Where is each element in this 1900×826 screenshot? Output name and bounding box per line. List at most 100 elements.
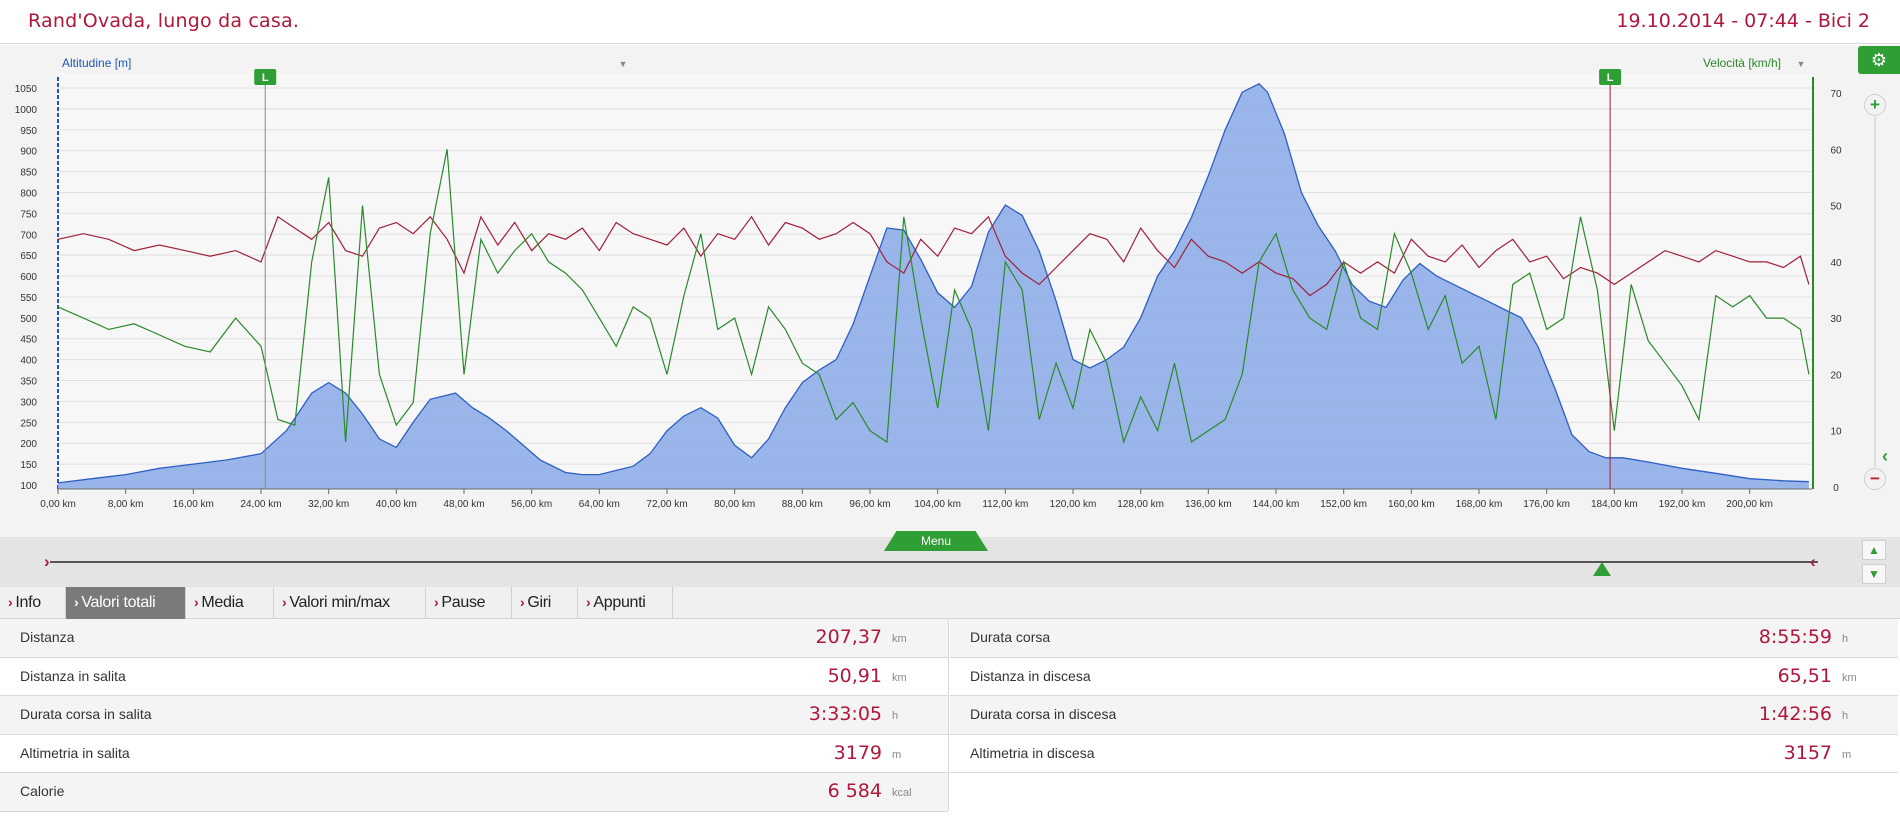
stat-row-distanza-discesa: Distanza in discesa 65,51 km [950,657,1898,696]
tab-valori-totali[interactable]: › Valori totali [66,587,186,619]
y-left-tick-label: 450 [20,335,37,346]
y-left-tick-label: 150 [20,460,37,471]
stats-table: Distanza 207,37 km Distanza in salita 50… [0,619,1900,826]
stat-row-distanza-salita: Distanza in salita 50,91 km [0,657,948,696]
y-left-tick-label: 850 [20,168,37,179]
x-tick-label: 96,00 km [849,499,890,510]
x-tick-label: 128,00 km [1117,499,1164,510]
y-left-tick-label: 700 [20,230,37,241]
chevron-right-icon: › [8,594,13,610]
stat-row-durata-corsa: Durata corsa 8:55:59 h [950,619,1898,658]
tab-info[interactable]: › Info [0,587,66,619]
y-left-tick-label: 750 [20,209,37,220]
x-tick-label: 200,00 km [1726,499,1773,510]
stat-row-distanza: Distanza 207,37 km [0,619,948,658]
stats-column-left: Distanza 207,37 km Distanza in salita 50… [0,619,948,812]
x-tick-label: 112,00 km [982,499,1028,510]
zoom-out-button[interactable]: − [1864,468,1886,490]
chart-panel: Altitudine [m] ▼ Velocità [km/h] ▼ ⚙ 105… [0,45,1900,537]
page-title: Rand'Ovada, lungo da casa. [28,10,300,32]
range-start-handle[interactable]: › [44,552,50,572]
elevation-speed-chart[interactable]: 1050100095090085080075070065060055050045… [0,45,1900,537]
x-tick-label: 72,00 km [646,499,687,510]
tab-pause[interactable]: › Pause [426,587,512,619]
x-tick-label: 32,00 km [308,499,349,510]
x-tick-label: 176,00 km [1523,499,1570,510]
x-tick-label: 24,00 km [240,499,281,510]
menu-toggle[interactable]: Menu [884,531,988,551]
tab-media[interactable]: › Media [186,587,274,619]
scroll-up-button[interactable]: ▲ [1862,540,1886,560]
y-left-tick-label: 500 [20,314,37,325]
y-left-tick-label: 950 [20,126,37,137]
chevron-down-icon: ▼ [1868,567,1880,581]
y-left-tick-label: 1000 [15,105,38,116]
ride-date-device: 19.10.2014 - 07:44 - Bici 2 [1616,10,1870,32]
y-left-tick-label: 600 [20,272,37,283]
lap-marker-label: L [262,72,269,84]
y-right-tick-label: 60 [1830,145,1842,156]
x-tick-label: 64,00 km [579,499,620,510]
stats-tabs: › Info › Valori totali › Media › Valori min/… [0,587,1900,619]
chevron-up-icon: ▲ [1868,543,1880,557]
zoom-in-button[interactable]: + [1864,94,1886,116]
app-window: Rand'Ovada, lungo da casa. 19.10.2014 - … [0,0,1900,826]
stat-row-altimetria-salita: Altimetria in salita 3179 m [0,734,948,773]
y-left-tick-label: 200 [20,439,37,450]
chevron-right-icon: › [74,594,79,610]
tab-giri[interactable]: › Giri [512,587,578,619]
zoom-slider-track[interactable] [1874,117,1876,467]
plus-icon: + [1870,95,1880,114]
x-tick-label: 160,00 km [1388,499,1435,510]
column-divider [948,619,949,811]
y-left-tick-label: 350 [20,377,37,388]
x-tick-label: 40,00 km [376,499,417,510]
zoom-slider-handle[interactable]: ‹ [1882,446,1888,467]
range-track[interactable] [50,561,1818,563]
x-tick-label: 48,00 km [443,499,484,510]
y-left-tick-label: 1050 [15,84,38,95]
x-tick-label: 192,00 km [1659,499,1706,510]
y-right-tick-label: 30 [1830,314,1842,325]
stat-row-durata-discesa: Durata corsa in discesa 1:42:56 h [950,696,1898,735]
stats-column-right: Durata corsa 8:55:59 h Distanza in disce… [950,619,1898,773]
y-left-tick-label: 650 [20,251,37,262]
stat-row-durata-salita: Durata corsa in salita 3:33:05 h [0,696,948,735]
x-tick-label: 136,00 km [1185,499,1232,510]
x-tick-label: 56,00 km [511,499,552,510]
x-tick-label: 104,00 km [914,499,961,510]
tab-appunti[interactable]: › Appunti [578,587,673,619]
scroll-down-button[interactable]: ▼ [1862,564,1886,584]
y-right-tick-label: 40 [1830,258,1842,269]
lap-marker-label: L [1607,72,1614,84]
chevron-right-icon: › [434,594,439,610]
chevron-right-icon: › [194,594,199,610]
chevron-right-icon: › [520,594,525,610]
chevron-right-icon: › [586,594,591,610]
header: Rand'Ovada, lungo da casa. 19.10.2014 - … [0,0,1900,44]
y-right-tick-label: 10 [1830,427,1842,438]
x-tick-label: 0,00 km [40,499,76,510]
x-tick-label: 88,00 km [782,499,823,510]
x-tick-label: 120,00 km [1050,499,1097,510]
x-tick-label: 152,00 km [1320,499,1367,510]
y-left-tick-label: 900 [20,147,37,158]
y-left-tick-label: 100 [20,481,37,492]
y-left-tick-label: 800 [20,188,37,199]
y-left-tick-label: 250 [20,418,37,429]
stat-row-altimetria-discesa: Altimetria in discesa 3157 m [950,734,1898,773]
y-right-tick-label: 20 [1830,370,1842,381]
x-tick-label: 168,00 km [1456,499,1503,510]
chevron-right-icon: › [282,594,287,610]
y-right-tick-label: 0 [1833,483,1839,494]
y-right-tick-label: 50 [1830,202,1842,213]
stat-row-calorie: Calorie 6 584 kcal [0,773,948,812]
tab-valori-min-max[interactable]: › Valori min/max [274,587,426,619]
range-end-handle[interactable]: ‹ [1810,552,1816,572]
x-tick-label: 144,00 km [1253,499,1300,510]
x-tick-label: 184,00 km [1591,499,1638,510]
x-tick-label: 8,00 km [108,499,144,510]
y-left-tick-label: 400 [20,356,37,367]
lap-position-marker[interactable] [1593,562,1611,576]
y-right-tick-label: 70 [1830,89,1842,100]
